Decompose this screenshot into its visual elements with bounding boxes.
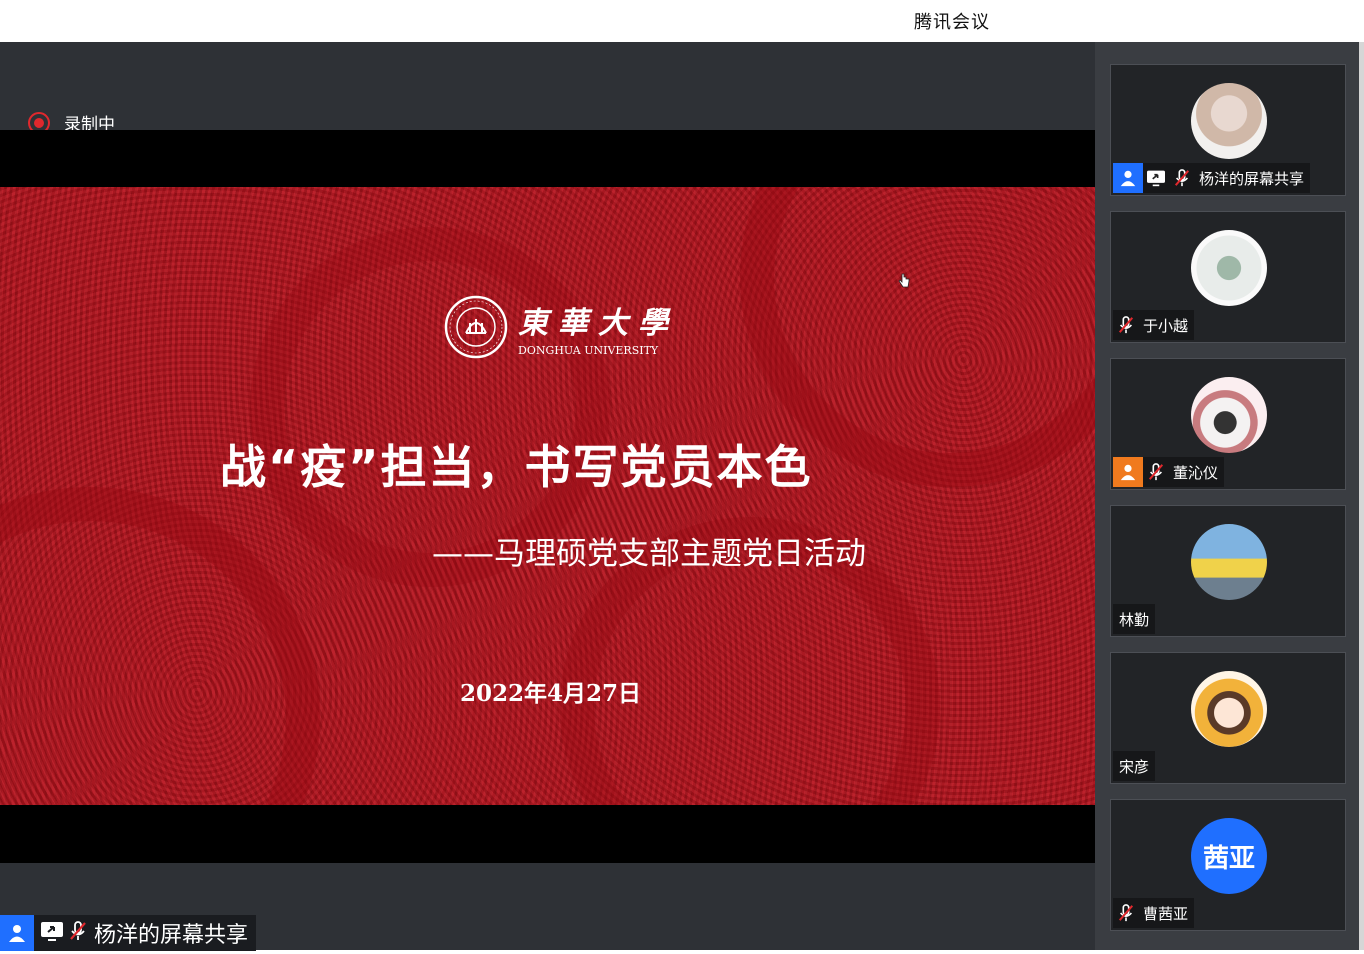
slide-subtitle: ——马理硕党支部主题党日活动 [432, 536, 866, 572]
screen-share-icon [1143, 163, 1169, 193]
mic-muted-icon [68, 920, 88, 946]
mic-muted-icon [1113, 898, 1139, 928]
app-title: 腾讯会议 [914, 12, 990, 33]
participant-name: 宋彦 [1119, 757, 1150, 776]
participant-tile[interactable]: 茜亚 曹茜亚 [1110, 799, 1346, 931]
avatar: 茜亚 [1191, 818, 1267, 894]
participant-tile[interactable]: 于小越 [1110, 211, 1346, 343]
avatar [1191, 671, 1267, 747]
participant-name: 曹茜亚 [1143, 904, 1189, 923]
mic-muted-icon [1169, 163, 1195, 193]
user-icon [1113, 457, 1143, 487]
avatar [1191, 83, 1267, 159]
avatar [1191, 377, 1267, 453]
participant-name: 杨洋的屏幕共享 [1199, 169, 1305, 188]
avatar [1191, 524, 1267, 600]
shared-screen: 東華大學 DONGHUA UNIVERSITY 战“疫”担当，书写党员本色 ——… [0, 130, 1095, 863]
participant-tile[interactable]: 林勤 [1110, 505, 1346, 637]
user-icon [1113, 163, 1143, 193]
mic-muted-icon [1113, 310, 1139, 340]
participant-name: 董沁仪 [1173, 463, 1219, 482]
participant-tile[interactable]: 董沁仪 [1110, 358, 1346, 490]
participant-label: 杨洋的屏幕共享 [1113, 163, 1311, 193]
slide-title: 战“疫”担当，书写党员本色 [220, 440, 813, 494]
mic-muted-icon [1143, 457, 1169, 487]
participant-label: 于小越 [1113, 310, 1195, 340]
participant-tile[interactable]: 宋彦 [1110, 652, 1346, 784]
participant-panel-scrollbar[interactable] [1359, 42, 1364, 950]
participant-label: 林勤 [1113, 604, 1156, 634]
hand-cursor-icon [898, 273, 910, 288]
university-seal-icon [444, 295, 508, 359]
avatar [1191, 230, 1267, 306]
presenter-nameplate: 杨洋的屏幕共享 [0, 915, 257, 951]
university-logo: 東華大學 DONGHUA UNIVERSITY [444, 295, 678, 359]
participant-name: 于小越 [1143, 316, 1189, 335]
slide-decoration [0, 487, 320, 805]
title-bar: 腾讯会议 [0, 0, 1364, 42]
main-meeting-area: 录制中 東華大學 DONGHUA UNIVERSITY 战“疫”担当，书写党员本… [0, 42, 1095, 950]
logo-english-name: DONGHUA UNIVERSITY [518, 343, 659, 357]
logo-chinese-name: 東華大學 [518, 305, 678, 341]
presenter-name: 杨洋的屏幕共享 [94, 923, 249, 948]
slide-date: 2022年4月27日 [460, 680, 642, 707]
user-icon [0, 915, 34, 951]
participant-label: 董沁仪 [1113, 457, 1225, 487]
participant-panel: 杨洋的屏幕共享 于小越 董沁仪 林勤 宋彦 茜亚 曹茜亚 [1095, 42, 1359, 950]
participant-tile[interactable]: 杨洋的屏幕共享 [1110, 64, 1346, 196]
participant-label: 宋彦 [1113, 751, 1156, 781]
participant-label: 曹茜亚 [1113, 898, 1195, 928]
screen-share-icon [40, 920, 64, 946]
presentation-slide: 東華大學 DONGHUA UNIVERSITY 战“疫”担当，书写党员本色 ——… [0, 187, 1095, 805]
participant-name: 林勤 [1119, 610, 1150, 629]
